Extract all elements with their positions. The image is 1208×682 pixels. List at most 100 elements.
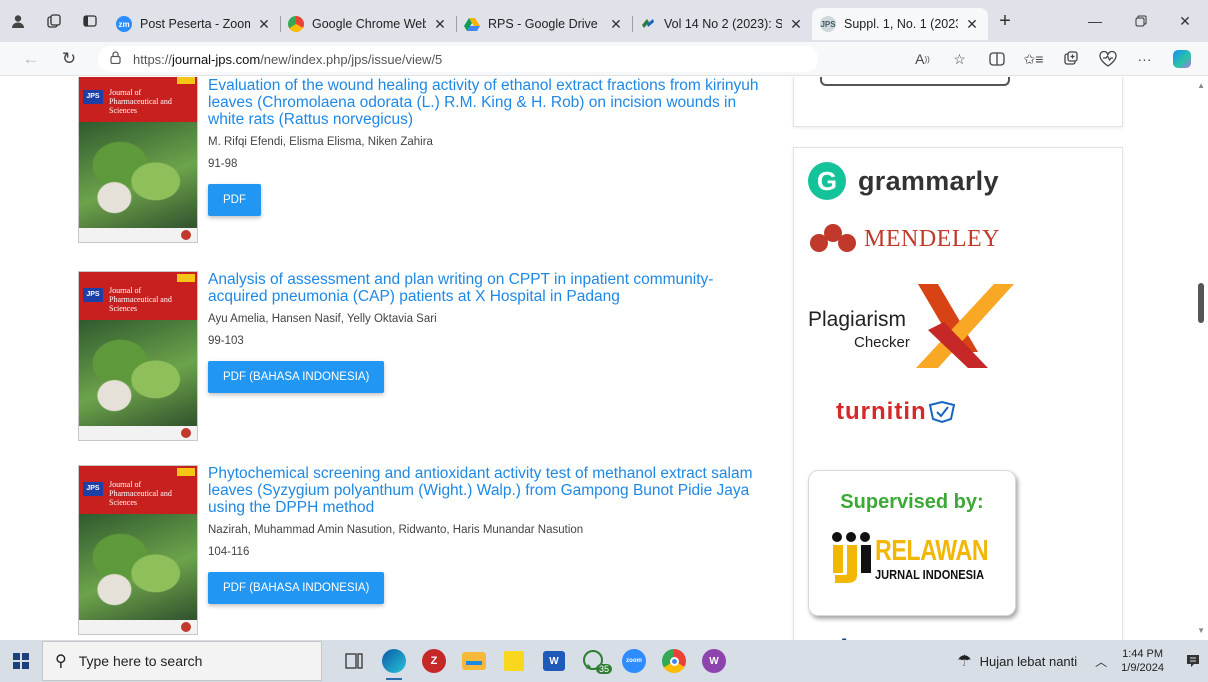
- chrome-webstore-icon: [288, 16, 304, 32]
- tab-vol14[interactable]: Vol 14 No 2 (2023): SAI ✕: [632, 8, 812, 40]
- notification-center-button[interactable]: [1178, 640, 1208, 682]
- article-title-link[interactable]: Evaluation of the wound healing activity…: [208, 77, 768, 128]
- taskbar-zoom[interactable]: zoom: [614, 640, 654, 682]
- taskbar-whatsapp[interactable]: 35: [574, 640, 614, 682]
- new-tab-button[interactable]: +: [988, 0, 1022, 42]
- scroll-down-arrow[interactable]: ▼: [1197, 626, 1205, 635]
- plagiarism-text: Plagiarism: [808, 308, 907, 331]
- tab-suppl1-active[interactable]: JPS Suppl. 1, No. 1 (2023) | ✕: [812, 8, 988, 40]
- tab-title: Google Chrome Web Store: [312, 17, 426, 31]
- jurnal-indonesia-text: JURNAL INDONESIA: [875, 567, 985, 582]
- edge-icon: [382, 649, 406, 673]
- profile-icon[interactable]: [0, 0, 36, 42]
- plus-icon: +: [999, 9, 1011, 32]
- scrollbar-thumb[interactable]: [1198, 283, 1204, 323]
- supervised-by-relawan-badge[interactable]: Supervised by: RELAWAN JURNAL INDONESIA: [808, 470, 1016, 616]
- plagiarism-checker-logo[interactable]: Plagiarism Checker: [808, 282, 1018, 372]
- search-icon: ⚲: [55, 653, 67, 670]
- clock-time: 1:44 PM: [1122, 648, 1164, 660]
- tab-title: Suppl. 1, No. 1 (2023) |: [844, 17, 958, 31]
- copilot-icon[interactable]: [1163, 42, 1200, 76]
- mendeley-icon: [810, 224, 858, 254]
- more-options-icon[interactable]: ···: [1126, 42, 1163, 76]
- read-aloud-icon[interactable]: A)): [904, 42, 941, 76]
- minimize-button[interactable]: —: [1072, 0, 1118, 42]
- article-title-link[interactable]: Analysis of assessment and plan writing …: [208, 271, 768, 305]
- sidebar-block-top: [793, 77, 1123, 127]
- system-tray: ☂ Hujan lebat nanti ︿ 1:44 PM 1/9/2024: [957, 640, 1208, 682]
- taskbar-app-red[interactable]: Z: [414, 640, 454, 682]
- word-icon: W: [543, 651, 565, 671]
- tab-chrome-web-store[interactable]: Google Chrome Web Store ✕: [280, 8, 456, 40]
- taskbar-wps[interactable]: W: [694, 640, 734, 682]
- article-body: Phytochemical screening and antioxidant …: [208, 465, 768, 604]
- article-pages: 91-98: [208, 158, 238, 170]
- grammarly-logo[interactable]: G grammarly: [808, 162, 999, 200]
- chrome-icon: [662, 649, 686, 673]
- arrow-left-icon: ←: [22, 48, 40, 68]
- taskbar-edge[interactable]: [374, 640, 414, 682]
- mendeley-text: MENDELEY: [864, 225, 1000, 252]
- windows-taskbar: ⚲ Type here to search Z W 35 zoom W ☂ Hu…: [0, 640, 1208, 682]
- checker-text: Checker: [854, 334, 910, 351]
- wps-icon: W: [702, 649, 726, 673]
- taskbar-word[interactable]: W: [534, 640, 574, 682]
- google-drive-icon: [464, 16, 480, 32]
- turnitin-logo[interactable]: turnitin: [836, 398, 957, 426]
- sticky-notes-icon: [504, 651, 524, 671]
- task-view-button[interactable]: [334, 640, 374, 682]
- weather-text: Hujan lebat nanti: [979, 653, 1078, 669]
- taskbar-file-explorer[interactable]: [454, 640, 494, 682]
- close-icon[interactable]: ✕: [256, 16, 272, 33]
- taskbar-chrome[interactable]: [654, 640, 694, 682]
- zoom-icon: zoom: [622, 649, 646, 673]
- tab-zoom[interactable]: zm Post Peserta - Zoom ✕: [108, 8, 280, 40]
- page-content: JPS Journal of Pharmaceutical and Sciences…: [0, 77, 1208, 640]
- article-authors: M. Rifqi Efendi, Elisma Elisma, Niken Za…: [208, 136, 433, 148]
- url-path: /new/index.php/jps/issue/view/5: [260, 51, 443, 67]
- workspaces-icon[interactable]: [36, 0, 72, 42]
- article-title-link[interactable]: Phytochemical screening and antioxidant …: [208, 465, 768, 516]
- browser-essentials-icon[interactable]: [1089, 42, 1126, 76]
- sidebar-button-partial[interactable]: [820, 77, 1010, 86]
- article-body: Evaluation of the wound healing activity…: [208, 77, 768, 216]
- windows-icon: [13, 653, 29, 669]
- restore-button[interactable]: [1118, 0, 1164, 42]
- article-pages: 99-103: [208, 335, 244, 347]
- url-host: journal-jps.com: [172, 51, 261, 67]
- rain-cloud-icon: ☂: [957, 653, 972, 670]
- pdf-button[interactable]: PDF: [208, 184, 261, 216]
- taskbar-sticky-notes[interactable]: [494, 640, 534, 682]
- address-bar[interactable]: https://journal-jps.com/new/index.php/jp…: [98, 46, 818, 72]
- favorite-star-icon[interactable]: ☆: [941, 42, 978, 76]
- article-authors: Nazirah, Muhammad Amin Nasution, Ridwant…: [208, 524, 584, 536]
- favorites-list-icon[interactable]: ✩≡: [1015, 42, 1052, 76]
- collections-icon[interactable]: [1052, 42, 1089, 76]
- tab-title: Vol 14 No 2 (2023): SAI: [664, 17, 782, 31]
- weather-widget[interactable]: ☂ Hujan lebat nanti: [957, 651, 1077, 671]
- close-icon[interactable]: ✕: [964, 16, 980, 33]
- close-icon[interactable]: ✕: [432, 16, 448, 33]
- search-placeholder: Type here to search: [78, 653, 203, 669]
- pdf-bahasa-indonesia-button[interactable]: PDF (BAHASA INDONESIA): [208, 572, 385, 604]
- start-button[interactable]: [0, 640, 42, 682]
- journal-cover-image: JPS Journal of Pharmaceutical and Sciences: [78, 77, 198, 243]
- pdf-bahasa-indonesia-button[interactable]: PDF (BAHASA INDONESIA): [208, 361, 385, 393]
- close-icon[interactable]: ✕: [788, 16, 804, 33]
- taskbar-search-box[interactable]: ⚲ Type here to search: [42, 641, 322, 681]
- clock-date: 1/9/2024: [1121, 662, 1164, 674]
- back-button[interactable]: ←: [12, 42, 50, 76]
- clock[interactable]: 1:44 PM 1/9/2024: [1121, 647, 1164, 675]
- reload-button[interactable]: ↻: [50, 42, 88, 76]
- relawan-jurnal-icon: [832, 532, 871, 583]
- close-icon[interactable]: ✕: [608, 16, 624, 33]
- scroll-up-arrow[interactable]: ▲: [1197, 81, 1205, 90]
- tab-actions-icon[interactable]: [72, 0, 108, 42]
- tab-google-drive[interactable]: RPS - Google Drive ✕: [456, 8, 632, 40]
- split-screen-icon[interactable]: [978, 42, 1015, 76]
- tab-title: RPS - Google Drive: [488, 17, 598, 31]
- notification-icon: [1187, 655, 1199, 667]
- close-window-button[interactable]: ✕: [1162, 0, 1208, 42]
- show-hidden-icons-chevron-icon[interactable]: ︿: [1095, 653, 1107, 670]
- mendeley-logo[interactable]: MENDELEY: [810, 224, 1000, 254]
